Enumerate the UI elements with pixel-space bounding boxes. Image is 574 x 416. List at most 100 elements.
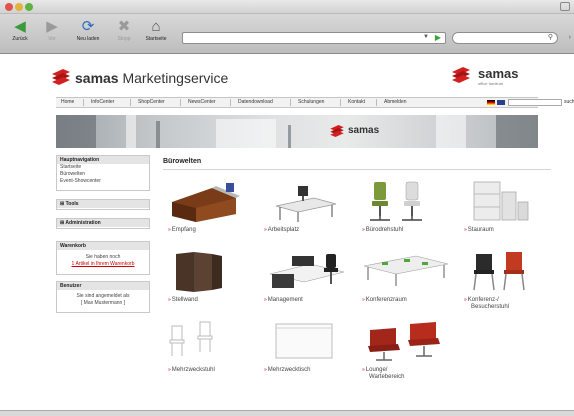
browser-toolbar: ◀ Zurück ▶ Vor ⟳ Neu laden ✖ Stopp ⌂ Sta… — [0, 14, 574, 54]
category-tile-buerodrehstuhl[interactable]: »Bürodrehstuhl — [360, 180, 456, 248]
main-nav-box: Hauptnavigation Startseite Bürowelten Ev… — [56, 155, 150, 191]
web-page: samas Marketingservice samas office furn… — [0, 55, 574, 410]
category-tile-lounge-wartebereich[interactable]: »Lounge/Wartebereich — [360, 320, 456, 388]
back-button-label: Zurück — [12, 36, 28, 42]
management-office-image — [269, 254, 345, 288]
nav-item-kontakt[interactable]: Kontakt — [348, 99, 365, 105]
url-history-dropdown-icon[interactable]: ▼ — [423, 34, 429, 40]
multipurpose-chairs-image — [169, 321, 213, 356]
partition-wall-image — [176, 252, 222, 292]
samas-logo-icon — [452, 67, 470, 83]
samas-brand-logo: samas office furniture — [452, 65, 542, 91]
tile-label: »Bürodrehstuhl — [362, 227, 404, 233]
user-heading: Benutzer — [57, 282, 149, 290]
url-field[interactable]: ▼ ▶ — [182, 32, 446, 44]
main-navigation: Home InfoCenter ShopCenter NewsCenter Da… — [56, 97, 574, 108]
reception-desk-image — [172, 183, 240, 222]
window-titlebar — [0, 0, 574, 14]
office-chairs-image — [370, 181, 422, 221]
nav-item-home[interactable]: Home — [61, 99, 74, 105]
tile-label: »Lounge/Wartebereich — [362, 367, 405, 380]
stop-button-label: Stopp — [117, 36, 131, 42]
reload-button[interactable]: ⟳ Neu laden — [72, 18, 104, 50]
forward-button-label: Vor — [48, 36, 56, 42]
sidebar-item-startseite[interactable]: Startseite — [57, 164, 149, 171]
tools-box[interactable]: ⊞ Tools — [56, 199, 150, 210]
tile-label: »Empfang — [168, 227, 196, 233]
cart-info-text: Sie haben noch — [85, 254, 121, 260]
forward-arrow-icon: ▶ — [46, 18, 58, 35]
administration-box[interactable]: ⊞ Administration — [56, 218, 150, 229]
sidebar-item-buerowelten[interactable]: Bürowelten — [57, 171, 149, 178]
zoom-window-icon[interactable] — [25, 3, 33, 11]
close-window-icon[interactable] — [5, 3, 13, 11]
nav-divider — [130, 99, 131, 106]
home-icon: ⌂ — [151, 18, 161, 35]
lounge-chairs-image — [368, 322, 440, 361]
browser-status-bar — [0, 410, 574, 416]
main-nav-heading: Hauptnavigation — [57, 156, 149, 164]
cart-box: Warenkorb Sie haben noch 1 Artikel in Ih… — [56, 241, 150, 275]
site-search-input[interactable] — [508, 99, 562, 106]
multipurpose-table-image — [275, 323, 333, 359]
category-tile-management[interactable]: »Management — [262, 250, 358, 318]
search-icon[interactable]: ⚲ — [548, 33, 553, 41]
cart-heading: Warenkorb — [57, 242, 149, 250]
toolbar-toggle-icon[interactable] — [560, 2, 570, 11]
home-button-label: Startseite — [145, 36, 167, 42]
tile-label: »Mehrzweckstuhl — [168, 367, 215, 373]
nav-divider — [180, 99, 181, 106]
site-title: samas Marketingservice — [75, 70, 229, 86]
category-tile-stauraum[interactable]: »Stauraum — [462, 180, 558, 248]
nav-divider — [376, 99, 377, 106]
category-tile-konferenz-besucherstuhl[interactable]: »Konferenz-/Besucherstuhl — [462, 250, 558, 318]
reload-button-label: Neu laden — [76, 36, 100, 42]
english-flag-icon[interactable] — [497, 100, 505, 105]
category-tile-arbeitsplatz[interactable]: »Arbeitsplatz — [262, 180, 358, 248]
cart-link[interactable]: 1 Artikel in Ihrem Warenkorb — [57, 261, 149, 268]
nav-item-newscenter[interactable]: NewsCenter — [188, 99, 216, 105]
tools-heading: ⊞ Tools — [57, 200, 149, 208]
workstation-image — [275, 186, 337, 222]
category-tile-mehrzweckstuhl[interactable]: »Mehrzweckstuhl — [166, 320, 262, 388]
tile-label: »Stellwand — [168, 297, 198, 303]
nav-item-datendownload[interactable]: Datendownload — [238, 99, 273, 105]
nav-divider — [230, 99, 231, 106]
toolbar-more-icon[interactable]: › — [569, 34, 571, 41]
category-tile-konferenzraum[interactable]: »Konferenzraum — [360, 250, 456, 318]
user-name[interactable]: [ Max Mustermann ] — [57, 300, 149, 307]
storage-cabinet-image — [473, 181, 529, 221]
category-tile-empfang[interactable]: »Empfang — [166, 180, 262, 248]
category-tile-stellwand[interactable]: »Stellwand — [166, 250, 262, 318]
german-flag-icon[interactable] — [487, 100, 495, 105]
home-button[interactable]: ⌂ Startseite — [140, 18, 172, 50]
stop-button[interactable]: ✖ Stopp — [108, 18, 140, 50]
tile-label: »Konferenzraum — [362, 297, 407, 303]
site-search-button[interactable]: suchen — [564, 99, 574, 105]
tile-label: »Konferenz-/Besucherstuhl — [464, 297, 510, 310]
nav-divider — [290, 99, 291, 106]
sidebar-item-event-showcenter[interactable]: Event-Showcenter — [57, 178, 149, 185]
brand-logo-subtext: office furniture — [478, 81, 504, 86]
tile-label: »Arbeitsplatz — [264, 227, 300, 233]
forward-button[interactable]: ▶ Vor — [36, 18, 68, 50]
page-title: Bürowelten — [163, 158, 202, 165]
go-icon[interactable]: ▶ — [435, 33, 441, 42]
tile-label: »Management — [264, 297, 303, 303]
back-button[interactable]: ◀ Zurück — [4, 18, 36, 50]
tile-label: »Stauraum — [464, 227, 494, 233]
divider — [163, 169, 551, 170]
nav-divider — [83, 99, 84, 106]
minimize-window-icon[interactable] — [15, 3, 23, 11]
nav-item-abmelden[interactable]: Abmelden — [384, 99, 407, 105]
browser-search-field[interactable]: ⚲ — [452, 32, 558, 44]
user-info-text: Sie sind angemeldet als — [76, 293, 130, 299]
nav-item-shopcenter[interactable]: ShopCenter — [138, 99, 165, 105]
back-arrow-icon: ◀ — [14, 18, 26, 35]
nav-item-schulungen[interactable]: Schulungen — [298, 99, 324, 105]
nav-item-infocenter[interactable]: InfoCenter — [91, 99, 114, 105]
conference-table-image — [363, 255, 449, 286]
header-banner: samas — [56, 115, 538, 148]
visitor-chairs-image — [473, 252, 525, 291]
category-tile-mehrzwecktisch[interactable]: »Mehrzwecktisch — [262, 320, 358, 388]
